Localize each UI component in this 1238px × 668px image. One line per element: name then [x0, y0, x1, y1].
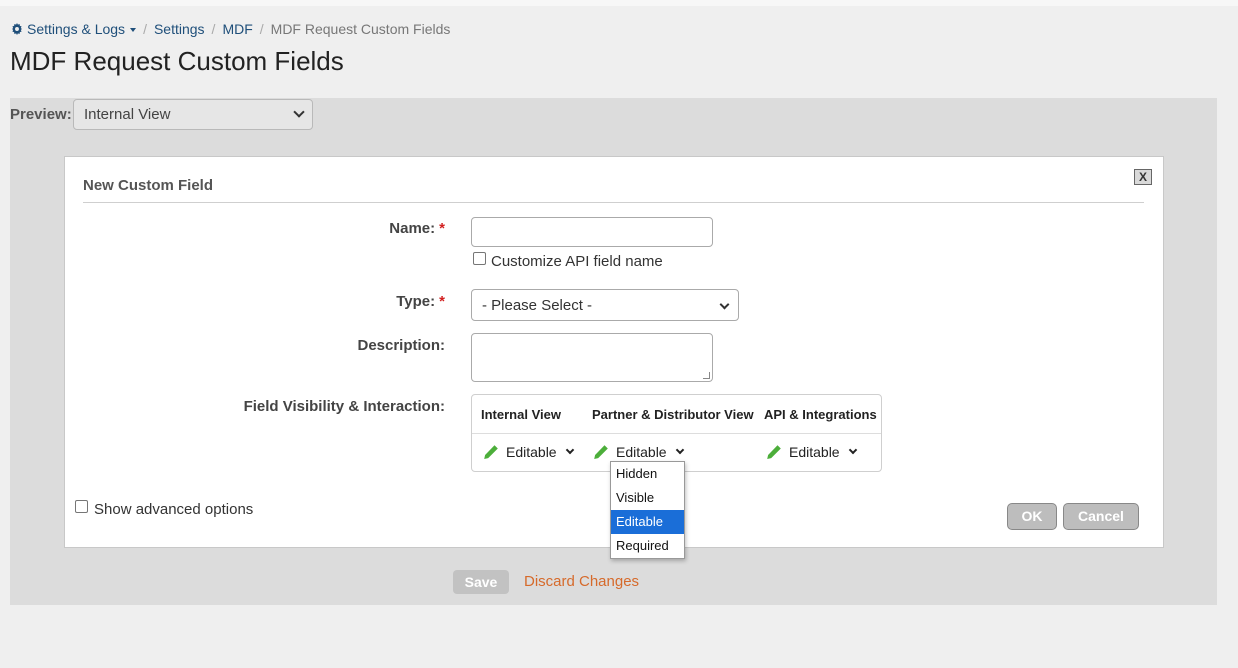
type-select-value: - Please Select - — [482, 297, 593, 314]
preview-select-value: Internal View — [84, 106, 171, 123]
name-label-text: Name: — [389, 220, 436, 237]
preview-select[interactable]: Internal View — [73, 99, 313, 130]
breadcrumb-settings-logs[interactable]: Settings & Logs — [11, 21, 137, 37]
description-textarea[interactable] — [471, 333, 713, 382]
required-marker: * — [439, 293, 445, 310]
resize-handle[interactable] — [703, 372, 710, 379]
type-select[interactable]: - Please Select - — [471, 289, 739, 321]
name-label: Name: * — [65, 220, 445, 237]
breadcrumb-settings[interactable]: Settings — [154, 21, 205, 37]
type-label-text: Type: — [396, 293, 436, 310]
breadcrumb-separator: / — [259, 21, 264, 37]
dropdown-option-required[interactable]: Required — [611, 534, 684, 558]
ok-button[interactable]: OK — [1007, 503, 1057, 530]
close-button[interactable]: X — [1134, 169, 1152, 185]
cancel-button[interactable]: Cancel — [1063, 503, 1139, 530]
show-advanced-checkbox[interactable] — [75, 500, 88, 513]
show-advanced-label: Show advanced options — [94, 501, 254, 518]
chevron-down-icon — [293, 106, 305, 118]
pencil-icon — [594, 445, 608, 459]
type-label: Type: * — [65, 293, 445, 310]
dropdown-option-hidden[interactable]: Hidden — [611, 462, 684, 486]
page-title: MDF Request Custom Fields — [10, 46, 344, 76]
partner-view-select[interactable]: Editable — [593, 444, 684, 460]
preview-label: Preview: — [10, 106, 72, 123]
customize-api-label: Customize API field name — [491, 253, 663, 270]
breadcrumb-label: Settings & Logs — [27, 21, 126, 37]
save-button[interactable]: Save — [453, 570, 509, 594]
dialog-title: New Custom Field — [83, 177, 214, 194]
required-marker: * — [439, 220, 445, 237]
top-strip — [0, 0, 1238, 6]
chevron-down-icon — [719, 299, 730, 310]
dropdown-option-editable[interactable]: Editable — [611, 510, 684, 534]
breadcrumb-current: MDF Request Custom Fields — [270, 21, 451, 37]
column-header-internal: Internal View — [481, 407, 561, 422]
description-label: Description: — [357, 337, 445, 354]
gear-icon — [12, 23, 22, 35]
api-integrations-value: Editable — [789, 444, 840, 460]
discard-changes-link[interactable]: Discard Changes — [524, 573, 639, 590]
breadcrumb: Settings & Logs / Settings / MDF / MDF R… — [11, 21, 450, 37]
internal-view-value: Editable — [506, 444, 557, 460]
column-header-api: API & Integrations — [764, 407, 877, 422]
pencil-icon — [767, 445, 781, 459]
chevron-down-icon — [675, 445, 684, 455]
customize-api-checkbox[interactable] — [473, 252, 486, 265]
internal-view-select[interactable]: Editable — [483, 444, 574, 460]
breadcrumb-mdf[interactable]: MDF — [222, 21, 252, 37]
partner-view-value: Editable — [616, 444, 667, 460]
column-header-partner: Partner & Distributor View — [592, 407, 754, 422]
divider — [83, 202, 1144, 203]
chevron-down-icon — [848, 445, 857, 455]
divider — [472, 433, 881, 434]
name-input[interactable] — [471, 217, 713, 247]
breadcrumb-separator: / — [143, 21, 147, 37]
caret-down-icon — [130, 28, 137, 32]
dropdown-option-visible[interactable]: Visible — [611, 486, 684, 510]
visibility-dropdown-list: Hidden Visible Editable Required — [610, 461, 685, 559]
api-integrations-select[interactable]: Editable — [766, 444, 857, 460]
visibility-label: Field Visibility & Interaction: — [243, 398, 445, 415]
breadcrumb-separator: / — [211, 21, 216, 37]
pencil-icon — [484, 445, 498, 459]
chevron-down-icon — [565, 445, 574, 455]
